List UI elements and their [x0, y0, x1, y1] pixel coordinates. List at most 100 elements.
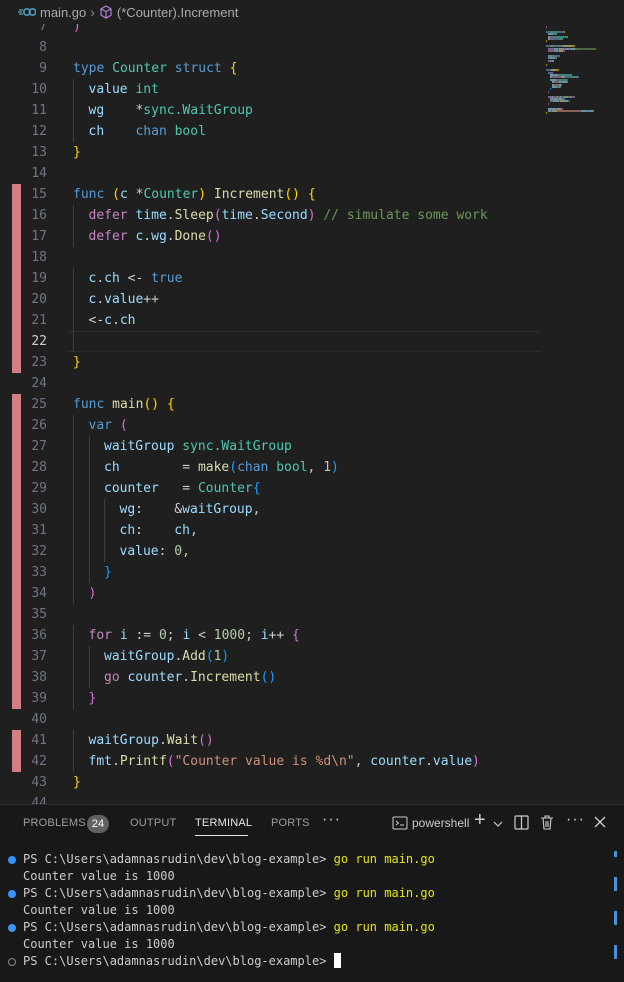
- code-line[interactable]: 18: [0, 247, 540, 268]
- minimap-token: [578, 76, 579, 79]
- modified-line-marker[interactable]: [12, 310, 21, 331]
- code-line[interactable]: 12 ch chan bool: [0, 121, 540, 142]
- code-line[interactable]: 13}: [0, 142, 540, 163]
- modified-line-marker[interactable]: [12, 751, 21, 772]
- tab-terminal[interactable]: TERMINAL: [195, 817, 252, 829]
- code-line[interactable]: 24: [0, 373, 540, 394]
- breadcrumb-file[interactable]: main.go: [40, 5, 86, 20]
- code-line[interactable]: 21 <-c.ch: [0, 310, 540, 331]
- modified-line-marker[interactable]: [12, 352, 21, 373]
- modified-line-marker[interactable]: [12, 583, 21, 604]
- minimap-token: [550, 88, 551, 91]
- code-line[interactable]: 9 type Counter struct {: [0, 58, 540, 79]
- modified-line-marker[interactable]: [12, 247, 21, 268]
- code-line[interactable]: 22: [0, 331, 540, 352]
- code-line[interactable]: 27 waitGroup sync.WaitGroup: [0, 436, 540, 457]
- command-success-dot[interactable]: [8, 890, 16, 898]
- more-actions-icon[interactable]: ···: [566, 811, 585, 829]
- code-line[interactable]: 10 value int: [0, 79, 540, 100]
- trash-icon[interactable]: [540, 815, 554, 833]
- minimap[interactable]: [546, 24, 606, 124]
- code-line[interactable]: 14: [0, 163, 540, 184]
- split-terminal-icon[interactable]: [514, 815, 529, 833]
- line-number: 19: [31, 271, 47, 286]
- code-line[interactable]: 30 wg: &waitGroup,: [0, 499, 540, 520]
- minimap-token: [560, 100, 568, 103]
- terminal-name[interactable]: powershell: [412, 816, 469, 830]
- code-line[interactable]: 15 func (c *Counter) Increment() {: [0, 184, 540, 205]
- code-line[interactable]: 40: [0, 709, 540, 730]
- code-line[interactable]: 19 c.ch <- true: [0, 268, 540, 289]
- close-panel-icon[interactable]: [594, 815, 606, 831]
- modified-line-marker[interactable]: [12, 625, 21, 646]
- modified-line-marker[interactable]: [12, 646, 21, 667]
- code-line[interactable]: 36 for i := 0; i < 1000; i++ {: [0, 625, 540, 646]
- modified-line-marker[interactable]: [12, 331, 21, 352]
- code-line[interactable]: 35: [0, 604, 540, 625]
- tab-ports[interactable]: PORTS: [271, 817, 310, 829]
- line-number: 42: [31, 754, 47, 769]
- minimap-token: [558, 69, 559, 72]
- code-line[interactable]: 42 fmt.Printf("Counter value is %d\n", co…: [0, 751, 540, 772]
- minimap-token: [546, 64, 547, 67]
- indent-guide: [88, 541, 90, 562]
- modified-line-marker[interactable]: [12, 478, 21, 499]
- modified-line-marker[interactable]: [12, 667, 21, 688]
- code-editor[interactable]: 7) 8 9 type Counter struct {10 value int 11 wg…: [0, 24, 624, 804]
- code-line[interactable]: 29 counter = Counter{: [0, 478, 540, 499]
- code-line[interactable]: 8: [0, 37, 540, 58]
- pending-command-dot: [8, 958, 16, 966]
- code-line[interactable]: 41 waitGroup.Wait(): [0, 730, 540, 751]
- code-line[interactable]: 44: [0, 793, 540, 804]
- indent-guide: [88, 520, 90, 541]
- command-success-dot[interactable]: [8, 856, 16, 864]
- code-line[interactable]: 23}: [0, 352, 540, 373]
- modified-line-marker[interactable]: [12, 268, 21, 289]
- code-line[interactable]: 39}: [0, 688, 540, 709]
- minimap-token: [564, 30, 565, 33]
- new-terminal-plus-icon[interactable]: +: [474, 809, 486, 832]
- modified-line-marker[interactable]: [12, 520, 21, 541]
- line-number: 12: [31, 124, 47, 139]
- code-line[interactable]: 31 ch: ch,: [0, 520, 540, 541]
- tab-problems[interactable]: PROBLEMS: [23, 817, 86, 829]
- modified-line-marker[interactable]: [12, 541, 21, 562]
- modified-line-marker[interactable]: [12, 394, 21, 415]
- code-line[interactable]: 33}: [0, 562, 540, 583]
- modified-line-marker[interactable]: [12, 730, 21, 751]
- line-number: 17: [31, 229, 47, 244]
- line-number: 20: [31, 292, 47, 307]
- modified-line-marker[interactable]: [12, 226, 21, 247]
- modified-line-marker[interactable]: [12, 562, 21, 583]
- modified-line-marker[interactable]: [12, 499, 21, 520]
- code-line[interactable]: 20 c.value++: [0, 289, 540, 310]
- code-line[interactable]: 37 waitGroup.Add(1): [0, 646, 540, 667]
- code-line[interactable]: 11 wg *sync.WaitGroup: [0, 100, 540, 121]
- code-line[interactable]: 43}: [0, 772, 540, 793]
- modified-line-marker[interactable]: [12, 205, 21, 226]
- code-line[interactable]: 25 func main() {: [0, 394, 540, 415]
- code-line[interactable]: 38 go counter.Increment(): [0, 667, 540, 688]
- code-line[interactable]: 32 value: 0,: [0, 541, 540, 562]
- editor-scrollbar[interactable]: [610, 24, 624, 804]
- modified-line-marker[interactable]: [12, 289, 21, 310]
- command-success-dot[interactable]: [8, 924, 16, 932]
- modified-line-marker[interactable]: [12, 688, 21, 709]
- modified-line-marker[interactable]: [12, 184, 21, 205]
- modified-line-marker[interactable]: [12, 436, 21, 457]
- terminal-prompt-line[interactable]: PS C:\Users\adamnasrudin\dev\blog-exampl…: [23, 953, 341, 970]
- code-line[interactable]: 34): [0, 583, 540, 604]
- breadcrumb-symbol[interactable]: (*Counter).Increment: [117, 5, 238, 20]
- code-line[interactable]: 16 defer time.Sleep(time.Second) // simul…: [0, 205, 540, 226]
- code-line[interactable]: 7): [0, 24, 540, 37]
- dropdown-chevron-icon[interactable]: [493, 816, 503, 832]
- code-line[interactable]: 26 var (: [0, 415, 540, 436]
- code-line[interactable]: 17 defer c.wg.Done(): [0, 226, 540, 247]
- tab-output[interactable]: OUTPUT: [130, 817, 176, 829]
- modified-line-marker[interactable]: [12, 604, 21, 625]
- code-line[interactable]: 28 ch = make(chan bool, 1): [0, 457, 540, 478]
- minimap-token: [574, 95, 575, 98]
- modified-line-marker[interactable]: [12, 415, 21, 436]
- ellipsis-icon[interactable]: ···: [322, 811, 341, 829]
- modified-line-marker[interactable]: [12, 457, 21, 478]
